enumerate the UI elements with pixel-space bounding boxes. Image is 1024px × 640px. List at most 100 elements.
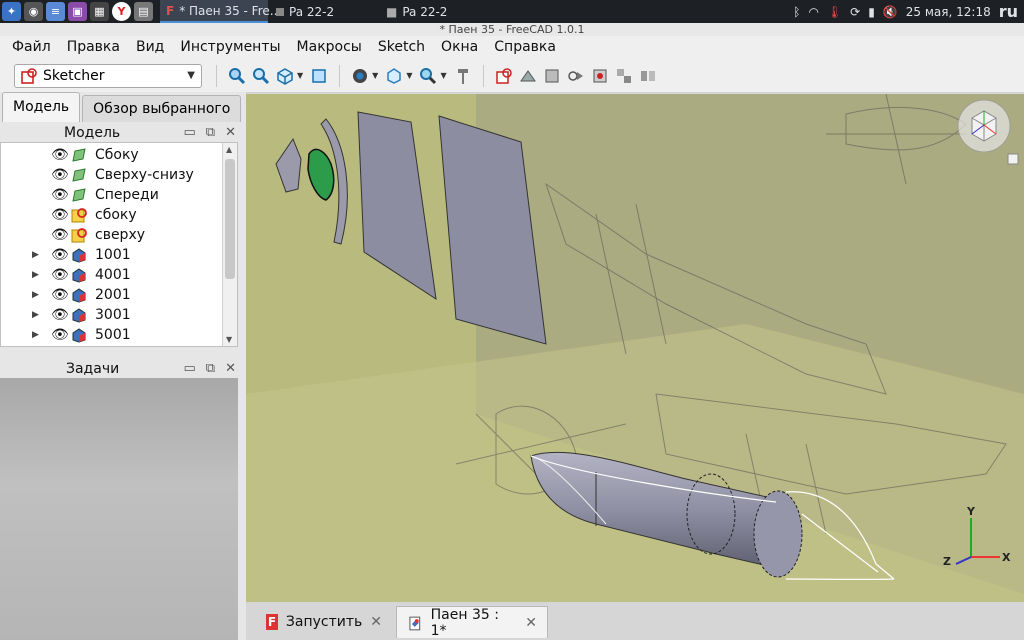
scroll-up-icon[interactable]: ▲ [226, 145, 232, 154]
tab-document[interactable]: Паен 35 : 1* ✕ [396, 606, 548, 639]
volume-muted-icon[interactable]: 🔇 [883, 5, 898, 19]
freecad-icon: F [166, 3, 175, 18]
zoom-icon[interactable] [418, 66, 438, 86]
task-window-3[interactable]: ■ Pa 22-2 [380, 0, 490, 23]
menu-macros[interactable]: Макросы [289, 36, 370, 59]
eye-icon[interactable]: 👁 [51, 227, 69, 243]
scrollbar-thumb[interactable] [225, 159, 235, 279]
axis-y-label: Y [966, 505, 976, 518]
eye-icon[interactable]: 👁 [51, 147, 69, 163]
tree-item[interactable]: 👁 Спереди [1, 185, 223, 205]
text-editor-icon[interactable]: ≡ [46, 2, 65, 21]
new-sketch-icon[interactable] [494, 66, 514, 86]
3d-scene[interactable]: Y X Z [246, 94, 1024, 602]
tree-item[interactable]: 👁 сбоку [1, 205, 223, 225]
collapse-icon[interactable]: ▭ [184, 122, 196, 144]
collapse-icon[interactable]: ▭ [184, 358, 196, 380]
float-icon[interactable]: ⧉ [206, 122, 215, 144]
expand-arrow-icon[interactable]: ▶ [32, 270, 39, 280]
chevron-down-icon[interactable]: ▼ [440, 71, 446, 80]
scroll-down-icon[interactable]: ▼ [226, 335, 232, 344]
bounding-box-icon[interactable] [384, 66, 404, 86]
chevron-down-icon[interactable]: ▼ [406, 71, 412, 80]
task-label: Pa 22-2 [289, 4, 335, 19]
reorient-sketch-icon[interactable] [566, 66, 586, 86]
task-window-2[interactable]: Pa 22-2 [270, 0, 380, 23]
eye-icon[interactable]: 👁 [51, 287, 69, 303]
workbench-selector[interactable]: Sketcher ▼ [14, 63, 202, 88]
map-sketch-icon[interactable] [542, 66, 562, 86]
wifi-icon[interactable]: ◠ [808, 5, 818, 19]
menu-sketch[interactable]: Sketch [370, 36, 433, 59]
3d-viewport[interactable]: Y X Z [246, 94, 1024, 602]
navigation-cube[interactable] [957, 99, 1011, 153]
float-icon[interactable]: ⧉ [206, 358, 215, 380]
menu-file[interactable]: Файл [4, 36, 59, 59]
sketch-profile-small[interactable] [275, 137, 302, 193]
update-icon[interactable]: ⟳ [850, 5, 860, 19]
eye-icon[interactable]: 👁 [51, 267, 69, 283]
expand-arrow-icon[interactable]: ▶ [32, 250, 39, 260]
part-solid-icon [72, 308, 86, 323]
eye-icon[interactable]: 👁 [51, 167, 69, 183]
tab-model[interactable]: Модель [2, 92, 81, 122]
panel-curved[interactable] [357, 111, 437, 301]
expand-arrow-icon[interactable]: ▶ [32, 330, 39, 340]
tree-item[interactable]: 👁 Сверху-снизу [1, 165, 223, 185]
chevron-down-icon[interactable]: ▼ [297, 71, 303, 80]
tasks-panel-title: Задачи [66, 361, 120, 377]
tree-scrollbar[interactable]: ▲ ▼ [222, 143, 237, 346]
sketch-profile-green[interactable] [307, 148, 335, 201]
expand-arrow-icon[interactable]: ▶ [32, 290, 39, 300]
eye-icon[interactable]: 👁 [51, 207, 69, 223]
menu-edit[interactable]: Правка [59, 36, 128, 59]
tree-item[interactable]: ▶ 👁 3001 [1, 305, 223, 325]
keyboard-layout[interactable]: ru [999, 2, 1018, 21]
chevron-down-icon[interactable]: ▼ [372, 71, 378, 80]
edit-sketch-icon[interactable] [518, 66, 538, 86]
close-icon[interactable]: ✕ [370, 614, 382, 630]
eye-icon[interactable]: 👁 [51, 247, 69, 263]
bluetooth-icon[interactable]: ᛒ [793, 5, 800, 19]
tab-start-page[interactable]: F Запустить ✕ [256, 606, 392, 638]
menu-tools[interactable]: Инструменты [172, 36, 288, 59]
fit-all-icon[interactable] [227, 66, 247, 86]
validate-sketch-icon[interactable] [590, 66, 610, 86]
mirror-sketch-icon[interactable] [638, 66, 658, 86]
expand-arrow-icon[interactable]: ▶ [32, 310, 39, 320]
close-icon[interactable]: ✕ [225, 358, 236, 380]
eye-icon[interactable]: 👁 [51, 187, 69, 203]
files-icon[interactable]: ▤ [134, 2, 153, 21]
view-menu-icon[interactable] [1007, 153, 1019, 165]
menu-help[interactable]: Справка [486, 36, 564, 59]
tree-item[interactable]: 👁 сверху [1, 225, 223, 245]
fit-selection-icon[interactable] [251, 66, 271, 86]
eye-icon[interactable]: 👁 [51, 307, 69, 323]
yandex-browser-icon[interactable]: Y [112, 2, 131, 21]
close-icon[interactable]: ✕ [225, 122, 236, 144]
view-isometric-icon[interactable] [275, 66, 295, 86]
tree-item[interactable]: ▶ 👁 1001 [1, 245, 223, 265]
app-menu-icon[interactable]: ✦ [2, 2, 21, 21]
calculator-icon[interactable]: ▦ [90, 2, 109, 21]
task-freecad[interactable]: F * Паен 35 - Fre... [160, 0, 281, 23]
eye-icon[interactable]: 👁 [51, 327, 69, 343]
measure-distance-icon[interactable] [453, 66, 473, 86]
camera-icon[interactable]: ◉ [24, 2, 43, 21]
measure-icon[interactable] [309, 66, 329, 86]
tree-item[interactable]: ▶ 👁 5001 [1, 325, 223, 345]
temperature-icon[interactable]: 🌡 [827, 5, 842, 19]
clock[interactable]: 25 мая, 12:18 [906, 5, 991, 19]
tree-item[interactable]: ▶ 👁 2001 [1, 285, 223, 305]
draw-style-icon[interactable] [350, 66, 370, 86]
menu-view[interactable]: Вид [128, 36, 172, 59]
merge-sketches-icon[interactable] [614, 66, 634, 86]
menu-windows[interactable]: Окна [433, 36, 486, 59]
close-icon[interactable]: ✕ [525, 615, 537, 631]
media-icon[interactable]: ▣ [68, 2, 87, 21]
tab-selection-view[interactable]: Обзор выбранного [82, 95, 242, 122]
tree-item[interactable]: ▶ 👁 4001 [1, 265, 223, 285]
model-panel-header: Модель ▭ ⧉ ✕ [0, 122, 240, 144]
battery-icon[interactable]: ▮ [868, 5, 875, 19]
tree-item[interactable]: 👁 Сбоку [1, 145, 223, 165]
